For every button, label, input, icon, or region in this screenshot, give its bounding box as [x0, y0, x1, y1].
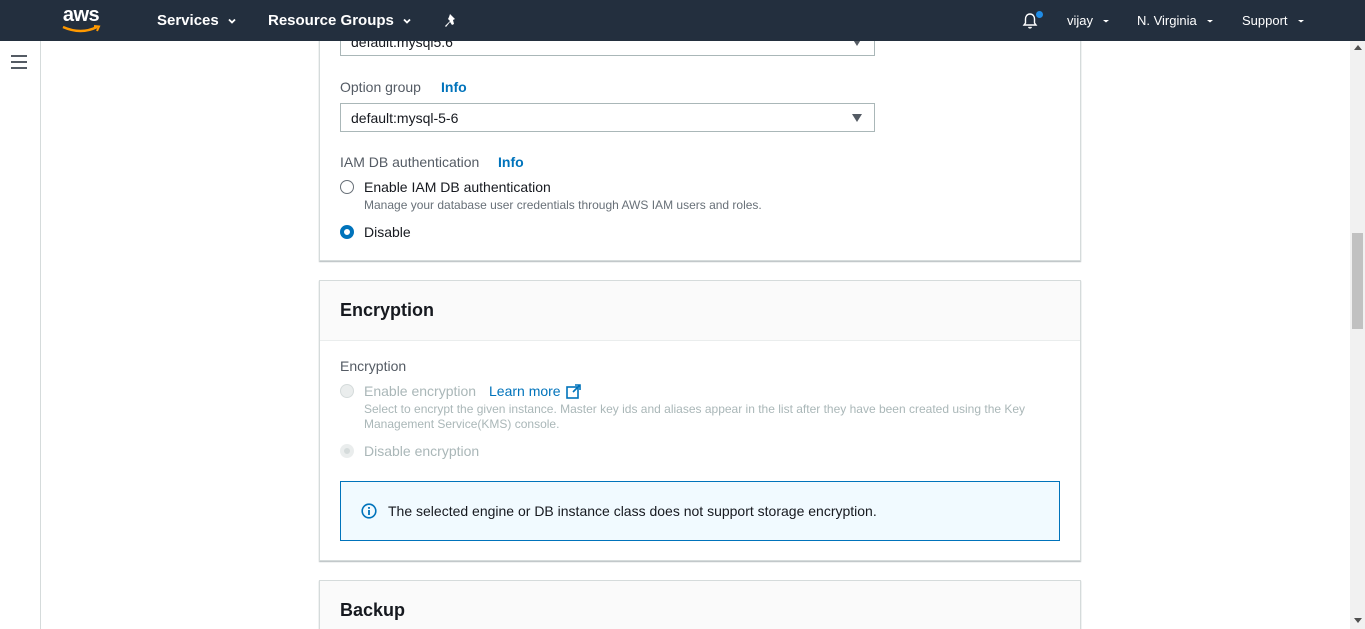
encryption-header: Encryption — [320, 281, 1080, 341]
resource-groups-label: Resource Groups — [268, 12, 394, 29]
disable-encryption-label[interactable]: Disable encryption — [364, 443, 479, 459]
parameter-group-value: default.mysql5.6 — [351, 41, 453, 50]
backup-header: Backup — [320, 581, 1080, 629]
resource-groups-menu[interactable]: Resource Groups — [268, 0, 412, 41]
encryption-info-message: The selected engine or DB instance class… — [388, 503, 877, 519]
option-group-select[interactable]: default:mysql-5-6 — [340, 103, 875, 132]
dropdown-arrow-icon — [852, 114, 862, 122]
iam-db-auth-label: IAM DB authentication — [340, 154, 480, 170]
learn-more-link[interactable]: Learn more — [489, 383, 581, 399]
iam-enable-radio[interactable] — [340, 180, 354, 194]
scrollbar-thumb[interactable] — [1352, 233, 1363, 329]
vertical-scrollbar[interactable] — [1350, 41, 1365, 629]
aws-logo-text: aws — [62, 4, 100, 26]
services-menu[interactable]: Services — [157, 0, 237, 41]
support-label: Support — [1242, 13, 1288, 28]
hamburger-menu-icon[interactable] — [11, 55, 27, 69]
iam-disable-label[interactable]: Disable — [364, 224, 411, 240]
database-options-panel: default.mysql5.6 Option group Info defau… — [319, 41, 1081, 261]
learn-more-label: Learn more — [489, 383, 561, 399]
parameter-group-select[interactable]: default.mysql5.6 — [340, 41, 875, 56]
scroll-down-arrow-icon[interactable] — [1354, 618, 1362, 623]
encryption-panel: Encryption Encryption Enable encryption … — [319, 280, 1081, 561]
chevron-down-icon — [1206, 19, 1213, 22]
iam-disable-radio[interactable] — [340, 225, 354, 239]
encryption-label: Encryption — [340, 358, 407, 374]
external-link-icon — [565, 383, 581, 399]
scroll-up-arrow-icon[interactable] — [1354, 45, 1362, 50]
encryption-info-alert: The selected engine or DB instance class… — [340, 481, 1060, 541]
notification-dot — [1036, 11, 1043, 18]
option-group-label: Option group — [340, 79, 421, 95]
iam-db-auth-info-link[interactable]: Info — [498, 154, 524, 170]
option-group-info-link[interactable]: Info — [441, 79, 467, 95]
chevron-down-icon — [403, 18, 411, 24]
chevron-down-icon — [228, 18, 236, 24]
pin-icon — [445, 13, 455, 27]
aws-smile-icon — [62, 25, 101, 33]
region-menu[interactable]: N. Virginia — [1137, 0, 1215, 41]
chevron-down-icon — [1103, 19, 1110, 22]
iam-enable-label[interactable]: Enable IAM DB authentication — [364, 179, 551, 195]
aws-logo[interactable]: aws — [60, 4, 102, 36]
chevron-down-icon — [1297, 19, 1304, 22]
region-label: N. Virginia — [1137, 13, 1197, 28]
backup-panel: Backup — [319, 580, 1081, 629]
dropdown-arrow-icon — [852, 41, 862, 46]
services-label: Services — [157, 12, 219, 29]
info-icon — [361, 503, 377, 519]
left-rail — [0, 41, 41, 629]
notifications-button[interactable] — [1021, 0, 1043, 41]
enable-encryption-label[interactable]: Enable encryption — [364, 383, 476, 399]
pin-button[interactable] — [444, 0, 460, 41]
iam-enable-description: Manage your database user credentials th… — [364, 198, 762, 212]
option-group-value: default:mysql-5-6 — [351, 109, 459, 126]
support-menu[interactable]: Support — [1242, 0, 1306, 41]
enable-encryption-radio[interactable] — [340, 384, 354, 398]
disable-encryption-radio[interactable] — [340, 444, 354, 458]
top-navigation-bar: aws Services Resource Groups vijay N. Vi… — [0, 0, 1365, 41]
main-content: default.mysql5.6 Option group Info defau… — [41, 41, 1350, 629]
user-menu[interactable]: vijay — [1067, 0, 1111, 41]
user-label: vijay — [1067, 13, 1094, 28]
enable-encryption-description-line2: Management Service(KMS) console. — [364, 417, 560, 431]
enable-encryption-description-line1: Select to encrypt the given instance. Ma… — [364, 402, 1026, 416]
